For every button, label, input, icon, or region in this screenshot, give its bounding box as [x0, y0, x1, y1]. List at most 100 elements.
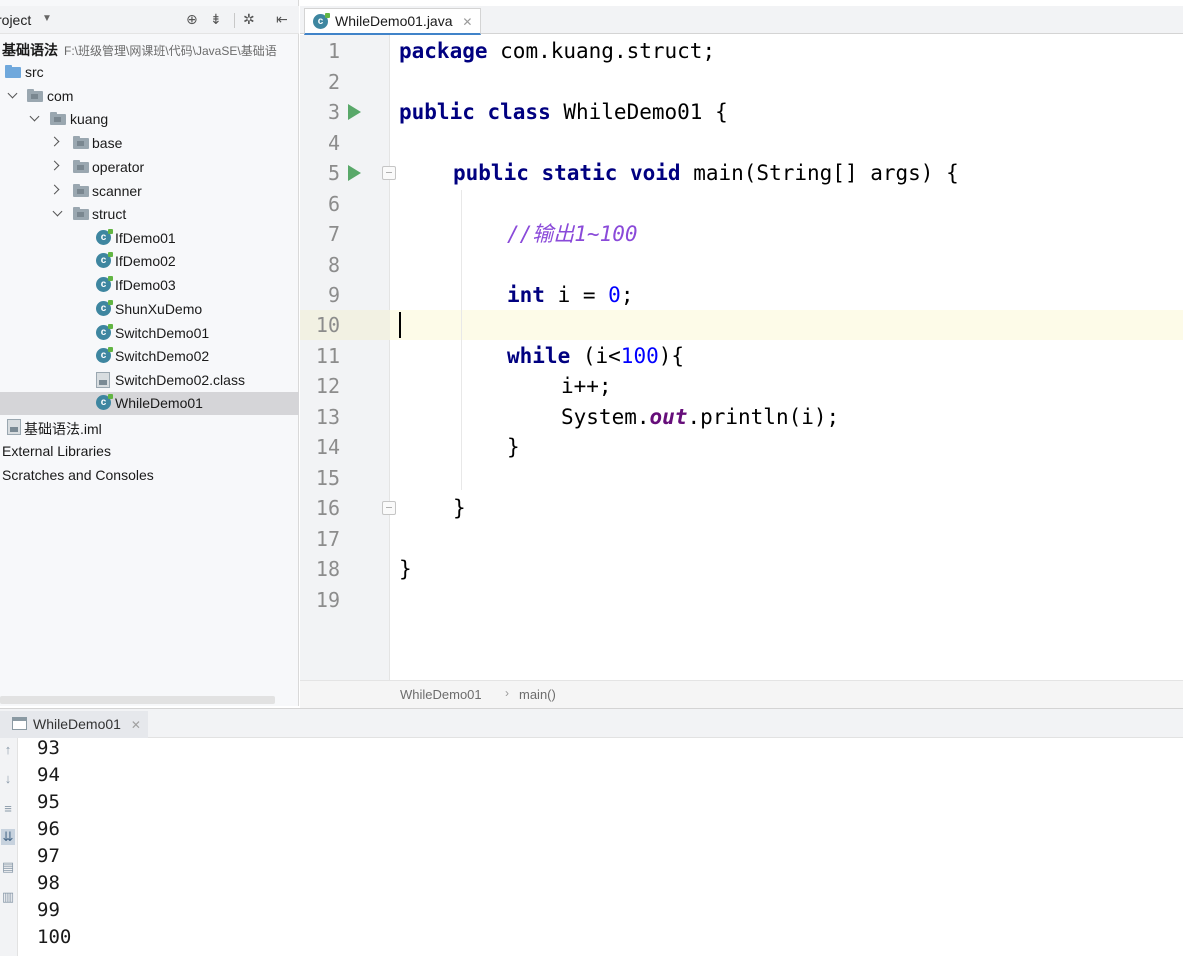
tree-folder-src[interactable]: src	[0, 61, 299, 84]
code-line-11[interactable]: while (i<100){	[507, 341, 684, 371]
chevron-down-icon[interactable]	[53, 208, 63, 218]
tree-file-iml[interactable]: 基础语法.iml	[0, 416, 299, 439]
tree-label: 基础语法.iml	[24, 421, 102, 437]
code-line-3[interactable]: public class WhileDemo01 {	[399, 97, 728, 127]
code-keyword: public static void	[453, 161, 681, 185]
line-number: 4	[327, 131, 340, 155]
text-caret	[399, 312, 401, 338]
package-icon	[73, 136, 89, 149]
tree-class-whiledemo01[interactable]: c WhileDemo01	[0, 392, 299, 415]
locate-icon[interactable]: ⊕	[186, 11, 198, 28]
code-line-13[interactable]: System.out.println(i);	[561, 402, 839, 432]
hide-panel-icon[interactable]: ⇤	[276, 11, 288, 28]
java-class-icon: c	[96, 300, 113, 316]
chevron-right-icon: ›	[505, 686, 509, 700]
code-line-1[interactable]: package com.kuang.struct;	[399, 36, 715, 66]
trash-icon[interactable]: ▥	[1, 889, 15, 905]
close-icon[interactable]: ✕	[462, 15, 472, 29]
project-horizontal-scrollbar[interactable]	[0, 696, 275, 704]
arrow-up-icon[interactable]: ↑	[1, 742, 15, 758]
breadcrumb-class[interactable]: WhileDemo01	[400, 687, 482, 702]
project-view-selector[interactable]: roject	[0, 12, 31, 28]
play-icon[interactable]	[348, 165, 361, 181]
fold-icon[interactable]	[382, 501, 396, 515]
tree-external-libraries[interactable]: External Libraries	[0, 440, 299, 463]
tree-label: src	[25, 64, 44, 80]
java-class-icon: c	[96, 229, 113, 245]
collapse-all-icon[interactable]: ⇟	[210, 11, 222, 28]
java-class-icon: c	[96, 394, 113, 410]
chevron-right-icon[interactable]	[51, 137, 61, 147]
console-output-line: 100	[37, 926, 72, 948]
breadcrumb-method[interactable]: main()	[519, 687, 556, 702]
tree-package-struct[interactable]: struct	[0, 203, 299, 226]
play-icon[interactable]	[348, 104, 361, 120]
tree-label: SwitchDemo01	[115, 325, 210, 341]
gear-icon[interactable]: ✲	[243, 11, 255, 28]
code-keyword: public class	[399, 100, 551, 124]
editor-tab-label: WhileDemo01.java	[335, 13, 453, 29]
code-text: System.	[561, 405, 650, 429]
chevron-down-icon[interactable]	[8, 90, 18, 100]
tree-label: SwitchDemo02	[115, 348, 210, 364]
tree-class-switchdemo01[interactable]: c SwitchDemo01	[0, 322, 299, 345]
soft-wrap-icon[interactable]: ≡	[1, 801, 15, 817]
close-icon[interactable]: ✕	[131, 718, 141, 732]
line-number: 11	[315, 344, 340, 368]
java-class-icon: c	[96, 252, 113, 268]
package-icon	[73, 207, 89, 220]
tree-label: com	[47, 88, 74, 104]
code-text: i =	[544, 283, 609, 307]
chevron-down-icon[interactable]	[30, 113, 40, 123]
code-line-16[interactable]: }	[453, 493, 466, 523]
code-text: WhileDemo01 {	[550, 100, 728, 124]
line-number: 18	[315, 557, 340, 581]
console-output-line: 93	[37, 737, 60, 759]
chevron-right-icon[interactable]	[51, 185, 61, 195]
editor-tab-whiledemo01[interactable]: c WhileDemo01.java ✕	[304, 8, 482, 35]
code-keyword: package	[399, 39, 488, 63]
tree-label: operator	[92, 159, 145, 175]
console-window-icon	[12, 717, 27, 730]
tree-file-switchdemo02-class[interactable]: SwitchDemo02.class	[0, 369, 299, 392]
project-name: 基础语法	[2, 42, 58, 58]
scroll-to-end-icon[interactable]: ⇊	[1, 829, 15, 845]
tree-class-switchdemo02[interactable]: c SwitchDemo02	[0, 345, 299, 368]
binary-file-icon	[96, 372, 110, 388]
run-tab-whiledemo01[interactable]: WhileDemo01 ✕	[0, 711, 148, 738]
run-toolbar: ↑ ↓ ≡ ⇊ ▤ ▥	[0, 738, 18, 956]
code-line-5[interactable]: public static void main(String[] args) {	[453, 158, 959, 188]
tree-class-shunxudemo[interactable]: c ShunXuDemo	[0, 298, 299, 321]
tree-package-kuang[interactable]: kuang	[0, 108, 299, 131]
tree-label: kuang	[70, 111, 109, 127]
tree-package-scanner[interactable]: scanner	[0, 180, 299, 203]
chevron-right-icon[interactable]	[51, 161, 61, 171]
code-line-18[interactable]: }	[399, 554, 412, 584]
tree-label: WhileDemo01	[115, 395, 203, 411]
code-line-9[interactable]: int i = 0;	[507, 280, 633, 310]
java-class-icon: c	[96, 324, 113, 340]
fold-icon[interactable]	[382, 166, 396, 180]
code-line-14[interactable]: }	[507, 432, 520, 462]
tree-class-ifdemo03[interactable]: c IfDemo03	[0, 274, 299, 297]
tree-class-ifdemo01[interactable]: c IfDemo01	[0, 227, 299, 250]
arrow-down-icon[interactable]: ↓	[1, 771, 15, 787]
java-class-icon: c	[96, 347, 113, 363]
code-line-12[interactable]: i++;	[561, 371, 612, 401]
tree-package-com[interactable]: com	[0, 85, 299, 108]
tree-class-ifdemo02[interactable]: c IfDemo02	[0, 250, 299, 273]
chevron-down-icon[interactable]: ▼	[42, 13, 52, 24]
tree-package-operator[interactable]: operator	[0, 156, 299, 179]
line-number: 15	[315, 466, 340, 490]
code-text: com.kuang.struct;	[487, 39, 716, 63]
tree-package-base[interactable]: base	[0, 132, 299, 155]
tree-scratches[interactable]: Scratches and Consoles	[0, 464, 299, 487]
console-output-line: 97	[37, 845, 60, 867]
code-line-7[interactable]: //输出1~100	[507, 219, 638, 249]
line-number: 6	[327, 192, 340, 216]
tree-root[interactable]: 基础语法 F:\班级管理\网课班\代码\JavaSE\基础语	[0, 37, 299, 60]
line-number: 12	[315, 374, 340, 398]
module-file-icon	[7, 419, 21, 435]
print-icon[interactable]: ▤	[1, 859, 15, 875]
tree-label: base	[92, 135, 123, 151]
